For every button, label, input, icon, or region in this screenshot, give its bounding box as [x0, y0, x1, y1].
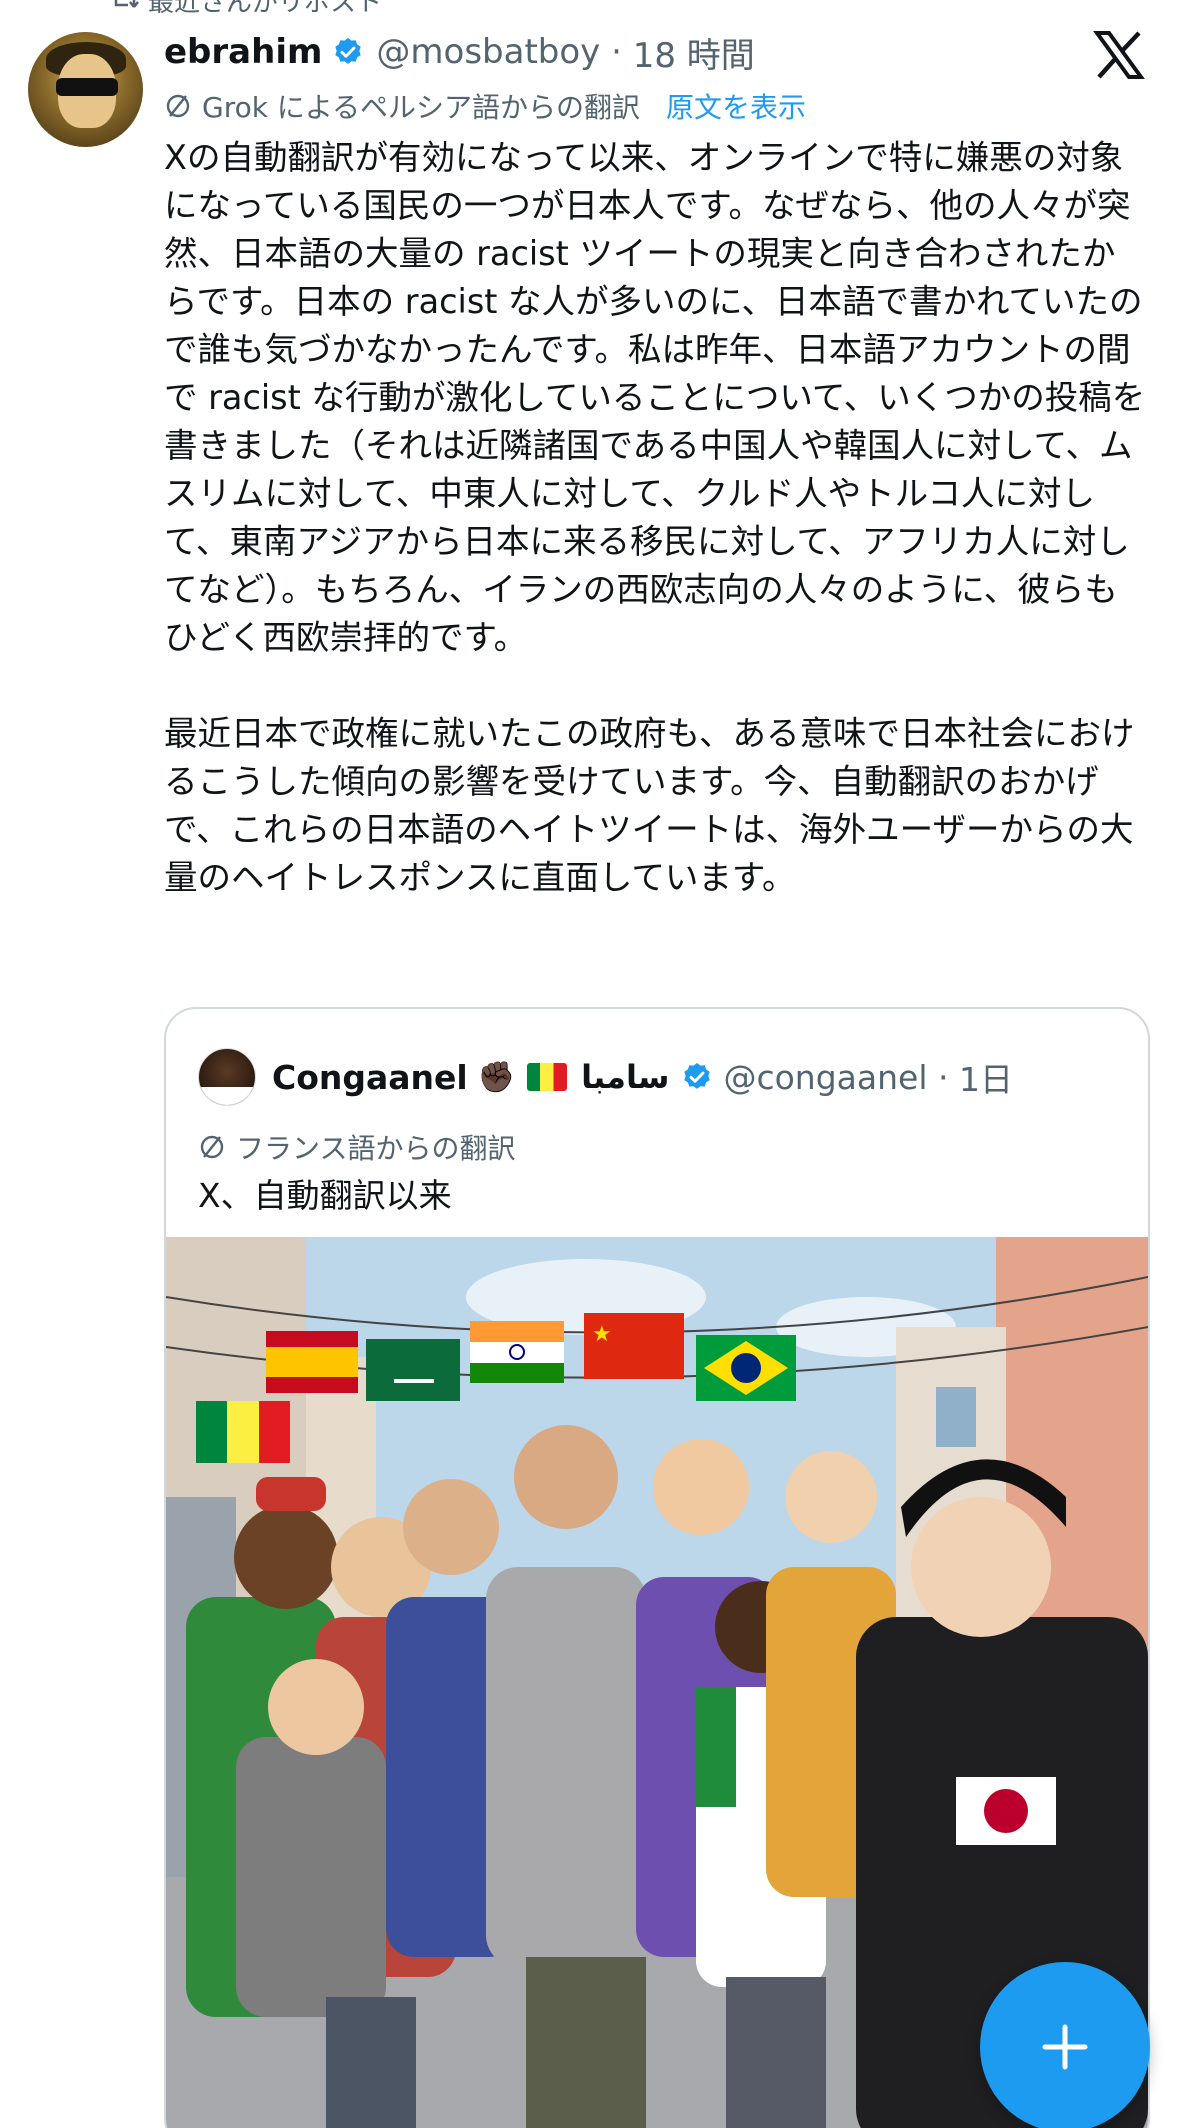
- quoted-handle[interactable]: @congaanel: [723, 1058, 927, 1097]
- quoted-translation-info: フランス語からの翻訳: [198, 1127, 515, 1167]
- post-time[interactable]: 18 時間: [633, 28, 755, 77]
- repost-indicator[interactable]: 最近さんがリポスト: [110, 0, 382, 14]
- x-logo-icon[interactable]: [1093, 30, 1145, 80]
- author-avatar[interactable]: [28, 32, 143, 147]
- compose-button[interactable]: [980, 1962, 1150, 2128]
- fist-emoji: ✊🏿: [477, 1059, 516, 1095]
- brazil-flag-icon: [696, 1335, 796, 1401]
- verified-badge-icon: [335, 38, 362, 64]
- show-original-link[interactable]: 原文を表示: [666, 86, 806, 126]
- post-body: Xの自動翻訳が有効になって以来、オンラインで特に嫌悪の対象になっている国民の一つ…: [164, 138, 1146, 897]
- author-handle[interactable]: @mosbatboy: [376, 32, 600, 72]
- repost-label: 最近さんがリポスト: [148, 0, 382, 14]
- senegal-flag-icon: [527, 1063, 568, 1091]
- translation-note: Grok によるペルシア語からの翻訳: [202, 91, 641, 124]
- separator-dot: ·: [600, 32, 633, 72]
- verified-badge-icon: [684, 1063, 711, 1089]
- translate-icon: [166, 94, 190, 118]
- translate-icon: [200, 1135, 224, 1159]
- repost-icon: [114, 0, 139, 8]
- india-flag-icon: [470, 1321, 564, 1383]
- senegal-flag-icon: [196, 1401, 290, 1463]
- quoted-avatar[interactable]: [198, 1048, 256, 1106]
- plus-icon: [1042, 2024, 1088, 2070]
- quoted-header: Congaanel ✊🏿 سامبا @congaanel · 1日: [198, 1045, 1013, 1109]
- post-header: ebrahim @mosbatboy · 18 時間: [164, 28, 1079, 76]
- quoted-post[interactable]: Congaanel ✊🏿 سامبا @congaanel · 1日 フランス語…: [164, 1007, 1150, 2128]
- author-name[interactable]: ebrahim: [164, 32, 322, 72]
- quoted-time[interactable]: 1日: [959, 1053, 1013, 1101]
- translation-info: Grok によるペルシア語からの翻訳 原文を表示: [164, 86, 806, 126]
- china-flag-icon: ★: [584, 1313, 684, 1379]
- spain-flag-icon: [266, 1331, 358, 1393]
- timeline-page: 最近さんがリポスト ebrahim @mosbatboy · 18 時間 Gro…: [0, 0, 1179, 2128]
- separator-dot: ·: [927, 1057, 959, 1097]
- quoted-translation-note: フランス語からの翻訳: [236, 1132, 516, 1165]
- quoted-text: X、自動翻訳以来: [198, 1176, 452, 1215]
- svg-text:★: ★: [592, 1322, 612, 1347]
- saudi-flag-icon: [366, 1339, 460, 1401]
- quoted-author-name[interactable]: Congaanel: [272, 1058, 468, 1097]
- quoted-arabic-name: سامبا: [581, 1058, 670, 1096]
